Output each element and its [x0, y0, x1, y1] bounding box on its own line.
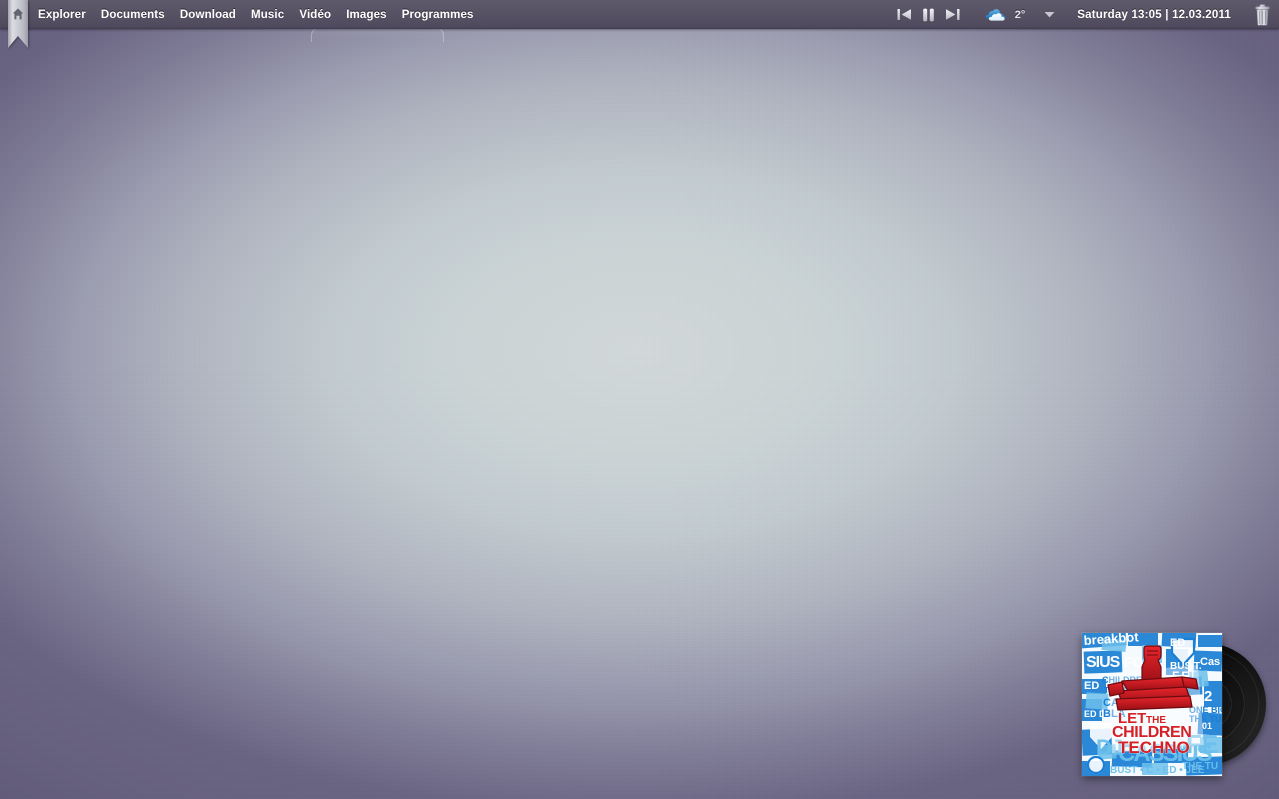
svg-text:BUST • C • ED • JEE: BUST • C • ED • JEE [1110, 765, 1205, 776]
pause-icon [923, 8, 935, 21]
svg-text:Cas: Cas [1200, 656, 1220, 668]
svg-text:TECHNO: TECHNO [1118, 738, 1190, 757]
skip-next-icon [946, 9, 960, 20]
menu-item-video[interactable]: Vidéo [299, 9, 331, 21]
menu-item-explorer[interactable]: Explorer [38, 9, 86, 21]
menu-item-music[interactable]: Music [251, 9, 284, 21]
dropdown-panel-sliver[interactable] [311, 28, 444, 42]
weather-widget[interactable]: 2° [985, 7, 1026, 23]
trash-can-glyph [1254, 4, 1270, 25]
media-previous-button[interactable] [897, 7, 913, 23]
home-ribbon-shape [8, 0, 28, 48]
weather-temperature: 2° [1014, 8, 1026, 21]
album-cover-illustration: breakbot ED SIUS FOY Cas BUS.T. F.F.! ED… [1082, 633, 1222, 776]
chevron-down-icon[interactable] [1043, 9, 1055, 21]
menu-item-programmes[interactable]: Programmes [402, 9, 474, 21]
media-controls [897, 7, 961, 23]
now-playing-album-widget[interactable]: breakbot ED SIUS FOY Cas BUS.T. F.F.! ED… [1082, 633, 1266, 777]
media-pause-button[interactable] [921, 7, 937, 23]
desktop[interactable]: Explorer Documents Download Music Vidéo … [0, 0, 1279, 799]
menu-item-documents[interactable]: Documents [101, 9, 165, 21]
media-next-button[interactable] [945, 7, 961, 23]
menubar-left-group: Explorer Documents Download Music Vidéo … [0, 0, 474, 29]
cloud-icon [985, 8, 1006, 21]
trash-icon[interactable] [1251, 3, 1273, 27]
svg-text:ED: ED [1170, 637, 1185, 649]
chevron-down-glyph [1044, 12, 1055, 18]
svg-text:SIUS: SIUS [1086, 654, 1121, 671]
album-cover-art[interactable]: breakbot ED SIUS FOY Cas BUS.T. F.F.! ED… [1082, 633, 1222, 776]
menubar: Explorer Documents Download Music Vidéo … [0, 0, 1279, 29]
svg-text:ED: ED [1084, 680, 1099, 692]
menu-item-download[interactable]: Download [180, 9, 236, 21]
menu-item-images[interactable]: Images [346, 9, 387, 21]
clock-datetime[interactable]: Saturday 13:05 | 12.03.2011 [1077, 9, 1231, 21]
svg-text:2: 2 [1204, 688, 1212, 705]
home-ribbon-button[interactable] [8, 0, 28, 48]
menubar-right-group: 2° Saturday 13:05 | 12.03.2011 [897, 0, 1279, 29]
skip-previous-icon [897, 9, 912, 20]
